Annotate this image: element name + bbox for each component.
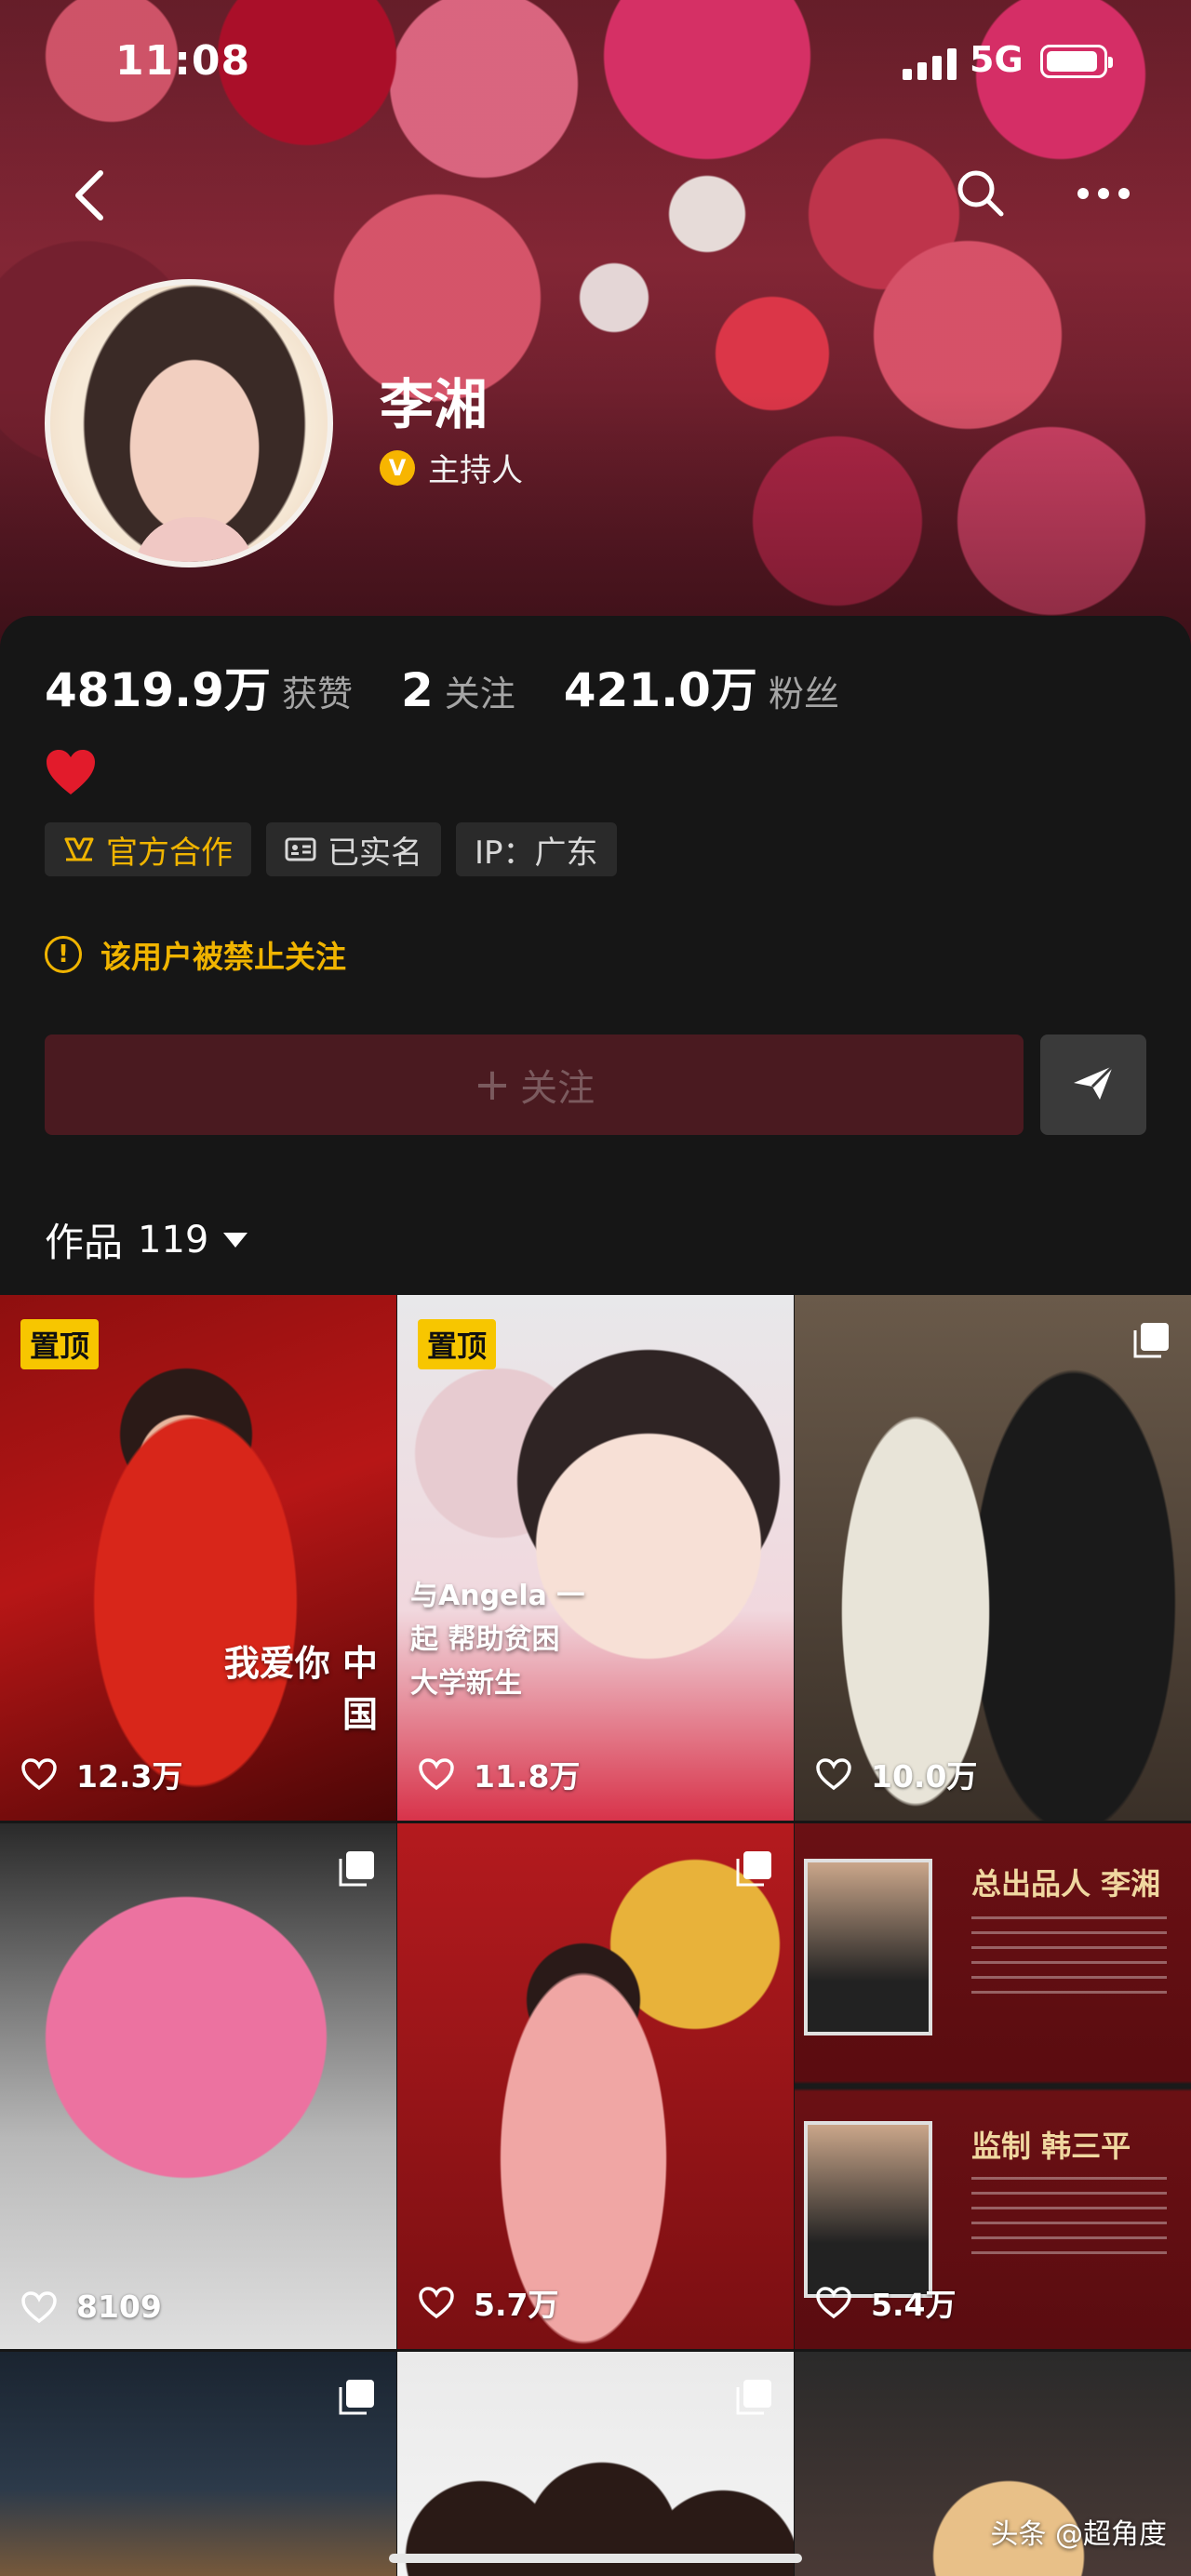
like-count: 11.8万 <box>418 1752 580 1796</box>
stat-value: 4819.9万 <box>45 663 271 717</box>
video-caption: 我爱你 中国 <box>223 1642 378 1735</box>
heart-emoji-icon <box>45 748 97 796</box>
status-bar: 11:08 5G <box>0 37 1191 93</box>
back-icon[interactable] <box>71 167 108 223</box>
tag-label: 已实名 <box>328 834 422 872</box>
send-icon <box>1072 1064 1115 1105</box>
profile-tags: 官方合作 已实名 IP：广东 <box>45 822 632 876</box>
profile-stats: 4819.9万 获赞 2 关注 421.0万 粉丝 <box>45 653 888 720</box>
stat-likes: 4819.9万 获赞 <box>45 653 353 720</box>
like-number: 5.7万 <box>474 2287 559 2323</box>
video-caption: 与Angela 一起 帮助贫困 大学新生 <box>410 1580 585 1700</box>
credit-title: 监制 韩三平 <box>971 2129 1131 2164</box>
multi-image-icon <box>1133 1323 1169 1358</box>
works-count: 119 <box>138 1218 209 1261</box>
stat-followers[interactable]: 421.0万 粉丝 <box>564 653 839 720</box>
network-label: 5G <box>970 39 1024 80</box>
search-icon[interactable] <box>955 167 1007 220</box>
credit-photo <box>804 1859 932 2035</box>
battery-icon <box>1040 45 1113 78</box>
stat-value: 421.0万 <box>563 663 757 717</box>
like-number: 11.8万 <box>474 1758 581 1795</box>
plus-icon: + <box>473 1059 512 1111</box>
credit-text-lines <box>971 2177 1167 2261</box>
caret-down-icon[interactable] <box>223 1232 248 1248</box>
verification-label: 主持人 <box>428 452 523 489</box>
like-number: 5.4万 <box>871 2287 957 2323</box>
credit-photo <box>804 2121 932 2298</box>
tag-label: 官方合作 <box>106 834 233 872</box>
id-card-icon <box>285 836 316 862</box>
stat-label: 粉丝 <box>768 674 839 714</box>
multi-image-icon <box>736 1851 771 1887</box>
avatar[interactable] <box>45 279 333 567</box>
video-tile[interactable]: 10.0万 <box>795 1295 1191 1821</box>
pinned-badge: 置顶 <box>418 1319 497 1369</box>
warning-icon: ! <box>45 936 82 973</box>
video-tile[interactable]: 8109 <box>0 1823 396 2349</box>
home-indicator[interactable] <box>389 2554 802 2563</box>
stat-value: 2 <box>400 663 434 717</box>
stat-label: 关注 <box>444 674 515 714</box>
heart-outline-icon <box>816 2287 851 2319</box>
multi-image-icon <box>339 2380 374 2415</box>
message-button[interactable] <box>1040 1034 1146 1135</box>
video-tile[interactable]: 总出品人 李湘 监制 韩三平 5.4万 <box>795 1823 1191 2349</box>
works-tab[interactable]: 作品 119 <box>45 1211 248 1268</box>
status-time: 11:08 <box>115 37 251 85</box>
tag-official-partner[interactable]: 官方合作 <box>45 822 251 876</box>
pinned-badge: 置顶 <box>20 1319 100 1369</box>
multi-image-icon <box>339 1851 374 1887</box>
official-partner-icon <box>63 835 95 863</box>
heart-outline-icon <box>21 2290 57 2323</box>
tag-label: IP：广东 <box>475 834 598 872</box>
like-count: 10.0万 <box>815 1752 977 1796</box>
follow-button[interactable]: + 关注 <box>45 1034 1024 1135</box>
works-label: 作品 <box>45 1220 124 1265</box>
video-tile[interactable]: 5.7万 <box>397 1823 794 2349</box>
like-count: 5.4万 <box>815 2280 956 2325</box>
multi-image-icon <box>736 2380 771 2415</box>
heart-outline-icon <box>419 2287 454 2319</box>
like-number: 12.3万 <box>76 1758 183 1795</box>
video-tile[interactable]: 置顶 与Angela 一起 帮助贫困 大学新生 11.8万 <box>397 1295 794 1821</box>
credit-title: 总出品人 李湘 <box>971 1866 1161 1902</box>
heart-outline-icon <box>816 1758 851 1791</box>
like-number: 8109 <box>76 2289 162 2325</box>
like-number: 10.0万 <box>871 1758 978 1795</box>
heart-outline-icon <box>419 1758 454 1791</box>
credit-text-lines <box>971 1916 1167 2000</box>
watermark: 头条 @超角度 <box>990 2518 1167 2551</box>
stat-following[interactable]: 2 关注 <box>401 663 515 717</box>
signal-icon <box>903 48 958 80</box>
follow-label: 关注 <box>520 1067 596 1110</box>
verification-badge: V 主持人 <box>380 445 523 490</box>
heart-outline-icon <box>21 1758 57 1791</box>
more-icon[interactable] <box>1076 182 1131 205</box>
video-tile[interactable]: 置顶 我爱你 中国 12.3万 <box>0 1295 396 1821</box>
tag-real-name[interactable]: 已实名 <box>266 822 441 876</box>
like-count: 12.3万 <box>20 1752 182 1796</box>
video-tile[interactable] <box>397 2352 794 2576</box>
profile-info-card: 4819.9万 获赞 2 关注 421.0万 粉丝 官方合作 已实名 IP：广东… <box>0 616 1191 1295</box>
verified-v-icon: V <box>380 449 415 486</box>
like-count: 8109 <box>20 2289 162 2325</box>
video-tile[interactable] <box>0 2352 396 2576</box>
notice-text: 该用户被禁止关注 <box>100 939 346 975</box>
video-grid: 置顶 我爱你 中国 12.3万 置顶 与Angela 一起 帮助贫困 大学新生 … <box>0 1295 1191 2576</box>
like-count: 5.7万 <box>418 2280 558 2325</box>
stat-label: 获赞 <box>281 674 353 714</box>
follow-disabled-notice: ! 该用户被禁止关注 <box>45 932 346 977</box>
profile-name: 李湘 <box>380 373 488 436</box>
tag-ip-location: IP：广东 <box>456 822 617 876</box>
